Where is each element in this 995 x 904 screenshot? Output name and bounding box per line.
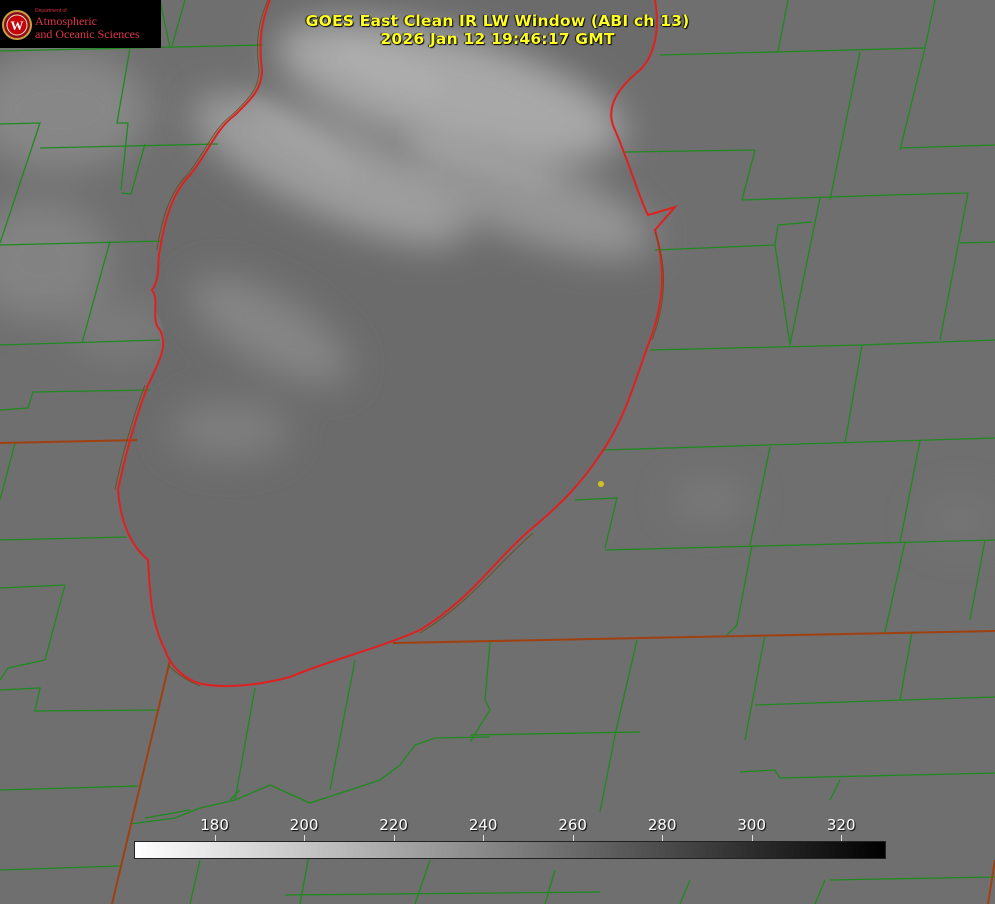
logo-text-line-2: and Oceanic Sciences (35, 27, 140, 41)
colorbar-tick-labels: 180 200 220 240 260 280 300 320 (0, 812, 995, 842)
colorbar-tick-label: 180 (200, 816, 229, 834)
uw-crest-icon: W (2, 10, 32, 40)
colorbar-tick-label: 280 (647, 816, 677, 834)
colorbar (134, 841, 886, 859)
colorbar-tick-label: 240 (468, 816, 498, 834)
colorbar-tick-label: 200 (289, 816, 319, 834)
colorbar-tick-label: 260 (558, 816, 587, 834)
product-timestamp: 2026 Jan 12 19:46:17 GMT (380, 30, 615, 48)
colorbar-tick-label: 220 (379, 816, 408, 834)
svg-text:W: W (11, 18, 24, 33)
colorbar-tick-label: 320 (826, 816, 856, 834)
colorbar-tick-label: 300 (737, 816, 767, 834)
map-canvas (0, 0, 995, 904)
satellite-map[interactable] (0, 0, 995, 904)
map-marker-icon[interactable] (598, 481, 604, 487)
uw-aos-logo: W Department of Atmospheric and Oceanic … (0, 0, 161, 48)
product-title: GOES East Clean IR LW Window (ABI ch 13) (305, 12, 690, 30)
